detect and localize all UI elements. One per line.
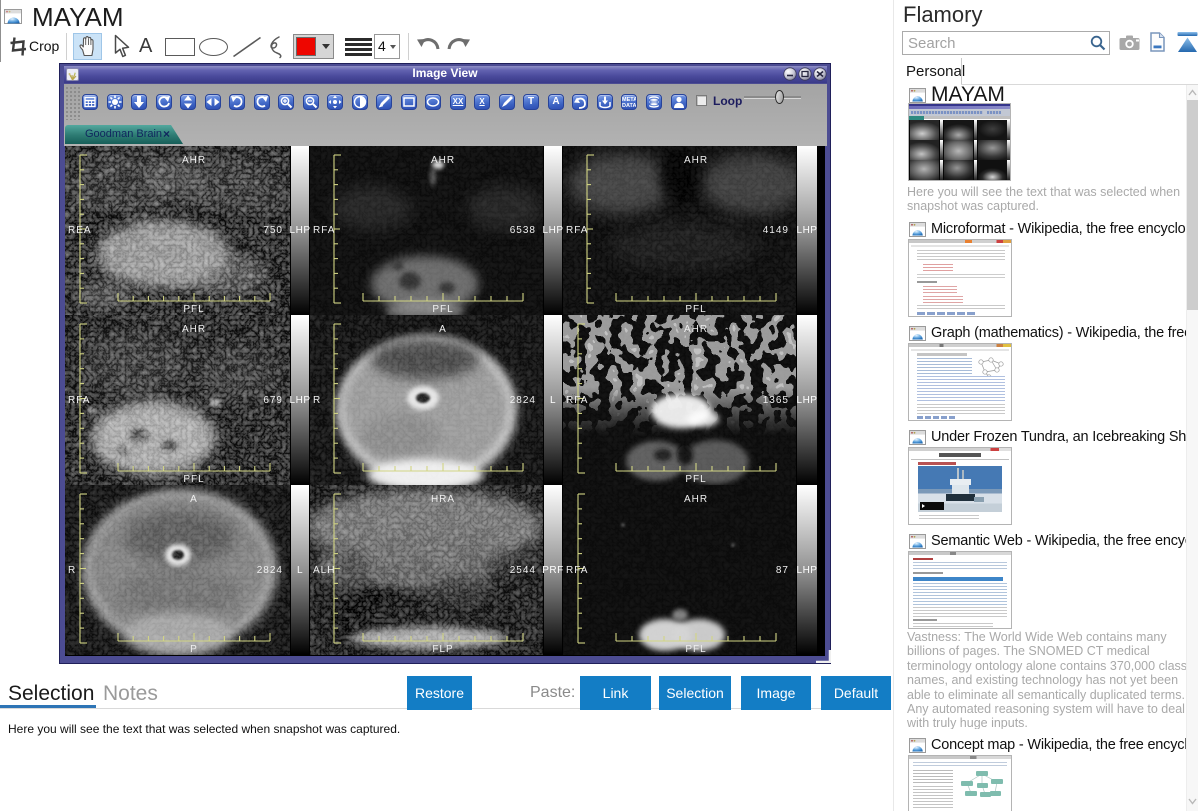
svg-text:AHR: AHR <box>684 155 708 166</box>
svg-text:750: 750 <box>263 225 283 236</box>
svg-text:679: 679 <box>263 395 283 406</box>
svg-text:4149: 4149 <box>763 225 789 236</box>
svg-text:RFA: RFA <box>566 225 588 236</box>
svg-text:AHR: AHR <box>684 494 708 505</box>
svg-text:LHP: LHP <box>290 225 311 236</box>
svg-text:ALH: ALH <box>313 565 335 576</box>
svg-text:PFL: PFL <box>183 304 204 315</box>
svg-text:87: 87 <box>776 565 789 576</box>
svg-text:RFA: RFA <box>313 225 335 236</box>
svg-text:LHP: LHP <box>290 395 311 406</box>
svg-text:PFL: PFL <box>685 304 706 315</box>
svg-text:LHP: LHP <box>797 565 818 576</box>
svg-text:2824: 2824 <box>257 565 283 576</box>
svg-text:A: A <box>190 494 198 505</box>
svg-text:PFL: PFL <box>685 644 706 655</box>
svg-text:6538: 6538 <box>510 225 536 236</box>
svg-text:LHP: LHP <box>797 395 818 406</box>
svg-text:1365: 1365 <box>763 395 789 406</box>
svg-text:L: L <box>297 565 303 576</box>
svg-text:PFL: PFL <box>685 474 706 485</box>
svg-text:PFL: PFL <box>183 474 204 485</box>
svg-text:REA: REA <box>68 225 92 236</box>
svg-text:A: A <box>439 324 447 335</box>
svg-text:FLP: FLP <box>432 644 453 655</box>
svg-text:AHR: AHR <box>182 155 206 166</box>
svg-text:LHP: LHP <box>797 225 818 236</box>
svg-text:PRF: PRF <box>542 565 564 576</box>
svg-text:P: P <box>190 644 198 655</box>
svg-text:AHR: AHR <box>684 324 708 335</box>
svg-text:AHR: AHR <box>431 155 455 166</box>
svg-text:PFL: PFL <box>432 304 453 315</box>
svg-text:R: R <box>68 565 76 576</box>
svg-text:HRA: HRA <box>431 494 455 505</box>
svg-text:P: P <box>439 474 447 485</box>
svg-text:RFA: RFA <box>68 395 90 406</box>
svg-text:L: L <box>550 395 556 406</box>
svg-text:RFA: RFA <box>566 395 588 406</box>
svg-text:LHP: LHP <box>543 225 564 236</box>
svg-text:RFA: RFA <box>566 565 588 576</box>
svg-text:2824: 2824 <box>510 395 536 406</box>
svg-text:R: R <box>313 395 321 406</box>
svg-text:2544: 2544 <box>510 565 536 576</box>
svg-text:AHR: AHR <box>182 324 206 335</box>
